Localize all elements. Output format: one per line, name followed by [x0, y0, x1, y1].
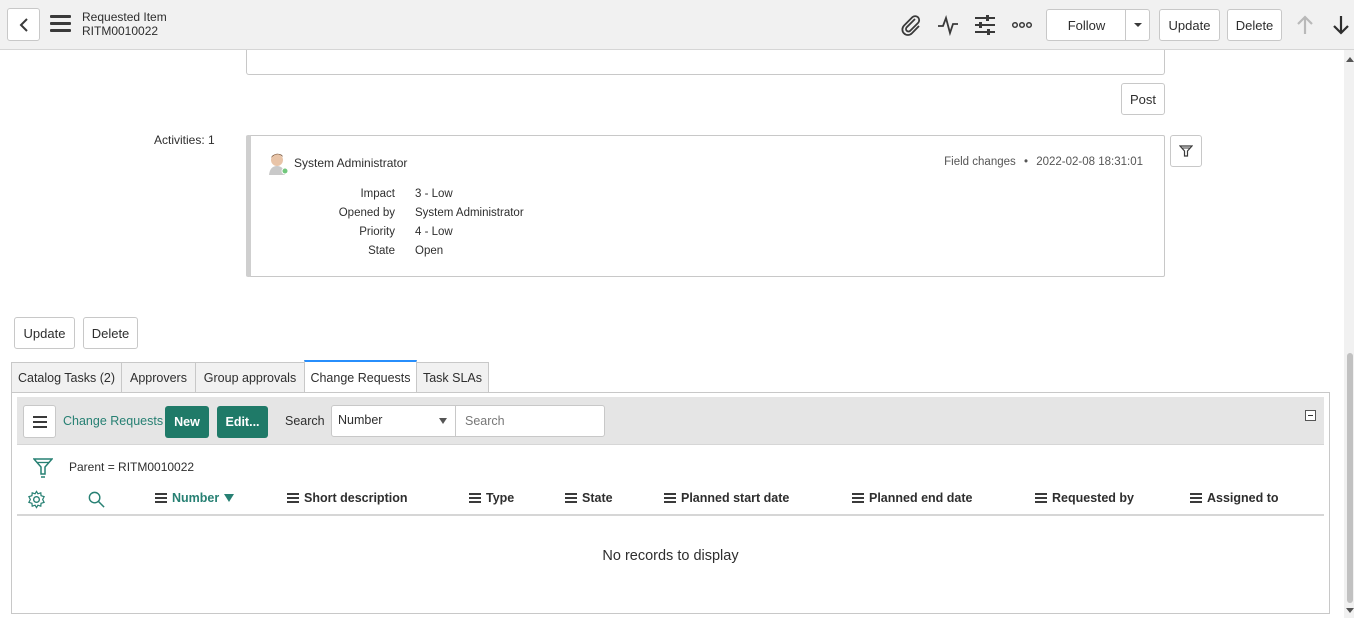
activity-filter-button[interactable] — [1170, 135, 1202, 167]
follow-dropdown-button[interactable] — [1125, 9, 1150, 41]
activity-timestamp: 2022-02-08 18:31:01 — [1036, 156, 1143, 168]
column-menu-icon[interactable] — [852, 493, 864, 503]
empty-state-message: No records to display — [602, 548, 739, 564]
work-notes-textarea[interactable] — [246, 50, 1165, 75]
update-button-bottom[interactable]: Update — [14, 317, 75, 349]
context-menu-icon[interactable] — [50, 15, 71, 33]
column-header-label: Planned start date — [681, 491, 790, 505]
meta-separator: • — [1023, 156, 1028, 168]
edit-button[interactable]: Edit... — [217, 406, 268, 438]
avatar — [269, 153, 288, 175]
activity-icon[interactable] — [936, 13, 960, 37]
column-header-label: Short description — [304, 491, 408, 505]
scrollbar-thumb[interactable] — [1347, 353, 1353, 603]
column-header-planned-end-date[interactable]: Planned end date — [852, 491, 973, 505]
column-header-short-description[interactable]: Short description — [287, 491, 407, 505]
breadcrumb[interactable]: Parent = RITM0010022 — [69, 460, 194, 474]
search-icon[interactable] — [87, 490, 106, 509]
activities-label: Activities: 1 — [154, 133, 215, 147]
column-menu-icon[interactable] — [664, 493, 676, 503]
column-header-label: Assigned to — [1207, 491, 1279, 505]
hamburger-icon — [32, 415, 47, 428]
column-menu-icon[interactable] — [1035, 493, 1047, 503]
delete-button-bottom[interactable]: Delete — [83, 317, 138, 349]
caret-down-icon — [439, 418, 447, 424]
caret-down-icon — [1133, 23, 1142, 27]
delete-button[interactable]: Delete — [1227, 9, 1282, 41]
gear-icon[interactable] — [27, 490, 46, 509]
column-header-assigned-to[interactable]: Assigned to — [1190, 491, 1279, 505]
tab-group-approvals[interactable]: Group approvals — [195, 362, 305, 393]
column-header-planned-start-date[interactable]: Planned start date — [664, 491, 789, 505]
column-header-label: Type — [486, 491, 515, 505]
field-label: Impact — [360, 188, 395, 200]
filter-icon — [1179, 145, 1193, 157]
new-button[interactable]: New — [165, 406, 209, 438]
follow-button[interactable]: Follow — [1046, 9, 1126, 41]
update-button[interactable]: Update — [1159, 9, 1220, 41]
collapse-icon[interactable] — [1305, 410, 1316, 421]
column-menu-icon[interactable] — [287, 493, 299, 503]
activity-type: Field changes — [944, 156, 1016, 168]
field-value: 4 - Low — [415, 226, 453, 238]
column-menu-icon[interactable] — [155, 493, 167, 503]
more-options-icon[interactable] — [1010, 13, 1034, 37]
tab-change-requests[interactable]: Change Requests — [304, 360, 417, 393]
column-menu-icon[interactable] — [469, 493, 481, 503]
tab-approvers[interactable]: Approvers — [121, 362, 196, 393]
field-label: State — [368, 245, 395, 257]
column-header-requested-by[interactable]: Requested by — [1035, 491, 1134, 505]
column-header-label: Planned end date — [869, 491, 973, 505]
arrow-up-icon[interactable] — [1293, 13, 1317, 37]
form-header: Requested Item RITM0010022 Follow Update… — [0, 0, 1354, 50]
list-title[interactable]: Change Requests — [63, 414, 163, 428]
record-number: RITM0010022 — [82, 24, 159, 38]
column-header-number[interactable]: Number — [155, 491, 235, 505]
column-menu-icon[interactable] — [1190, 493, 1202, 503]
table-header-divider — [17, 514, 1324, 516]
column-header-type[interactable]: Type — [469, 491, 514, 505]
back-button[interactable] — [7, 8, 40, 41]
arrow-down-icon[interactable] — [1329, 13, 1353, 37]
tab-catalog-tasks[interactable]: Catalog Tasks (2) — [11, 362, 122, 393]
column-menu-icon[interactable] — [565, 493, 577, 503]
sort-descending-icon — [224, 494, 235, 502]
field-label: Priority — [359, 226, 395, 238]
column-header-label: Number — [172, 491, 220, 505]
post-button[interactable]: Post — [1121, 83, 1165, 115]
list-context-menu-button[interactable] — [23, 405, 56, 438]
tab-task-slas[interactable]: Task SLAs — [416, 362, 489, 393]
field-value: Open — [415, 245, 444, 257]
paperclip-icon[interactable] — [899, 13, 923, 37]
column-header-state[interactable]: State — [565, 491, 613, 505]
field-value: System Administrator — [415, 207, 524, 219]
funnel-icon[interactable] — [33, 457, 53, 479]
search-label: Search — [285, 414, 325, 428]
field-value: 3 - Low — [415, 188, 453, 200]
search-field-select[interactable]: Number — [331, 405, 456, 437]
list-toolbar — [17, 397, 1324, 445]
activity-author: System Administrator — [294, 156, 408, 170]
column-header-label: State — [582, 491, 613, 505]
scroll-up-icon[interactable] — [1346, 57, 1354, 62]
search-input[interactable] — [455, 405, 605, 437]
activity-meta: Field changes • 2022-02-08 18:31:01 — [944, 156, 1143, 168]
form-title: Requested Item — [82, 10, 167, 24]
column-header-label: Requested by — [1052, 491, 1134, 505]
field-label: Opened by — [338, 207, 395, 219]
settings-sliders-icon[interactable] — [973, 13, 997, 37]
chevron-left-icon — [19, 17, 28, 32]
scroll-down-icon[interactable] — [1346, 608, 1354, 613]
